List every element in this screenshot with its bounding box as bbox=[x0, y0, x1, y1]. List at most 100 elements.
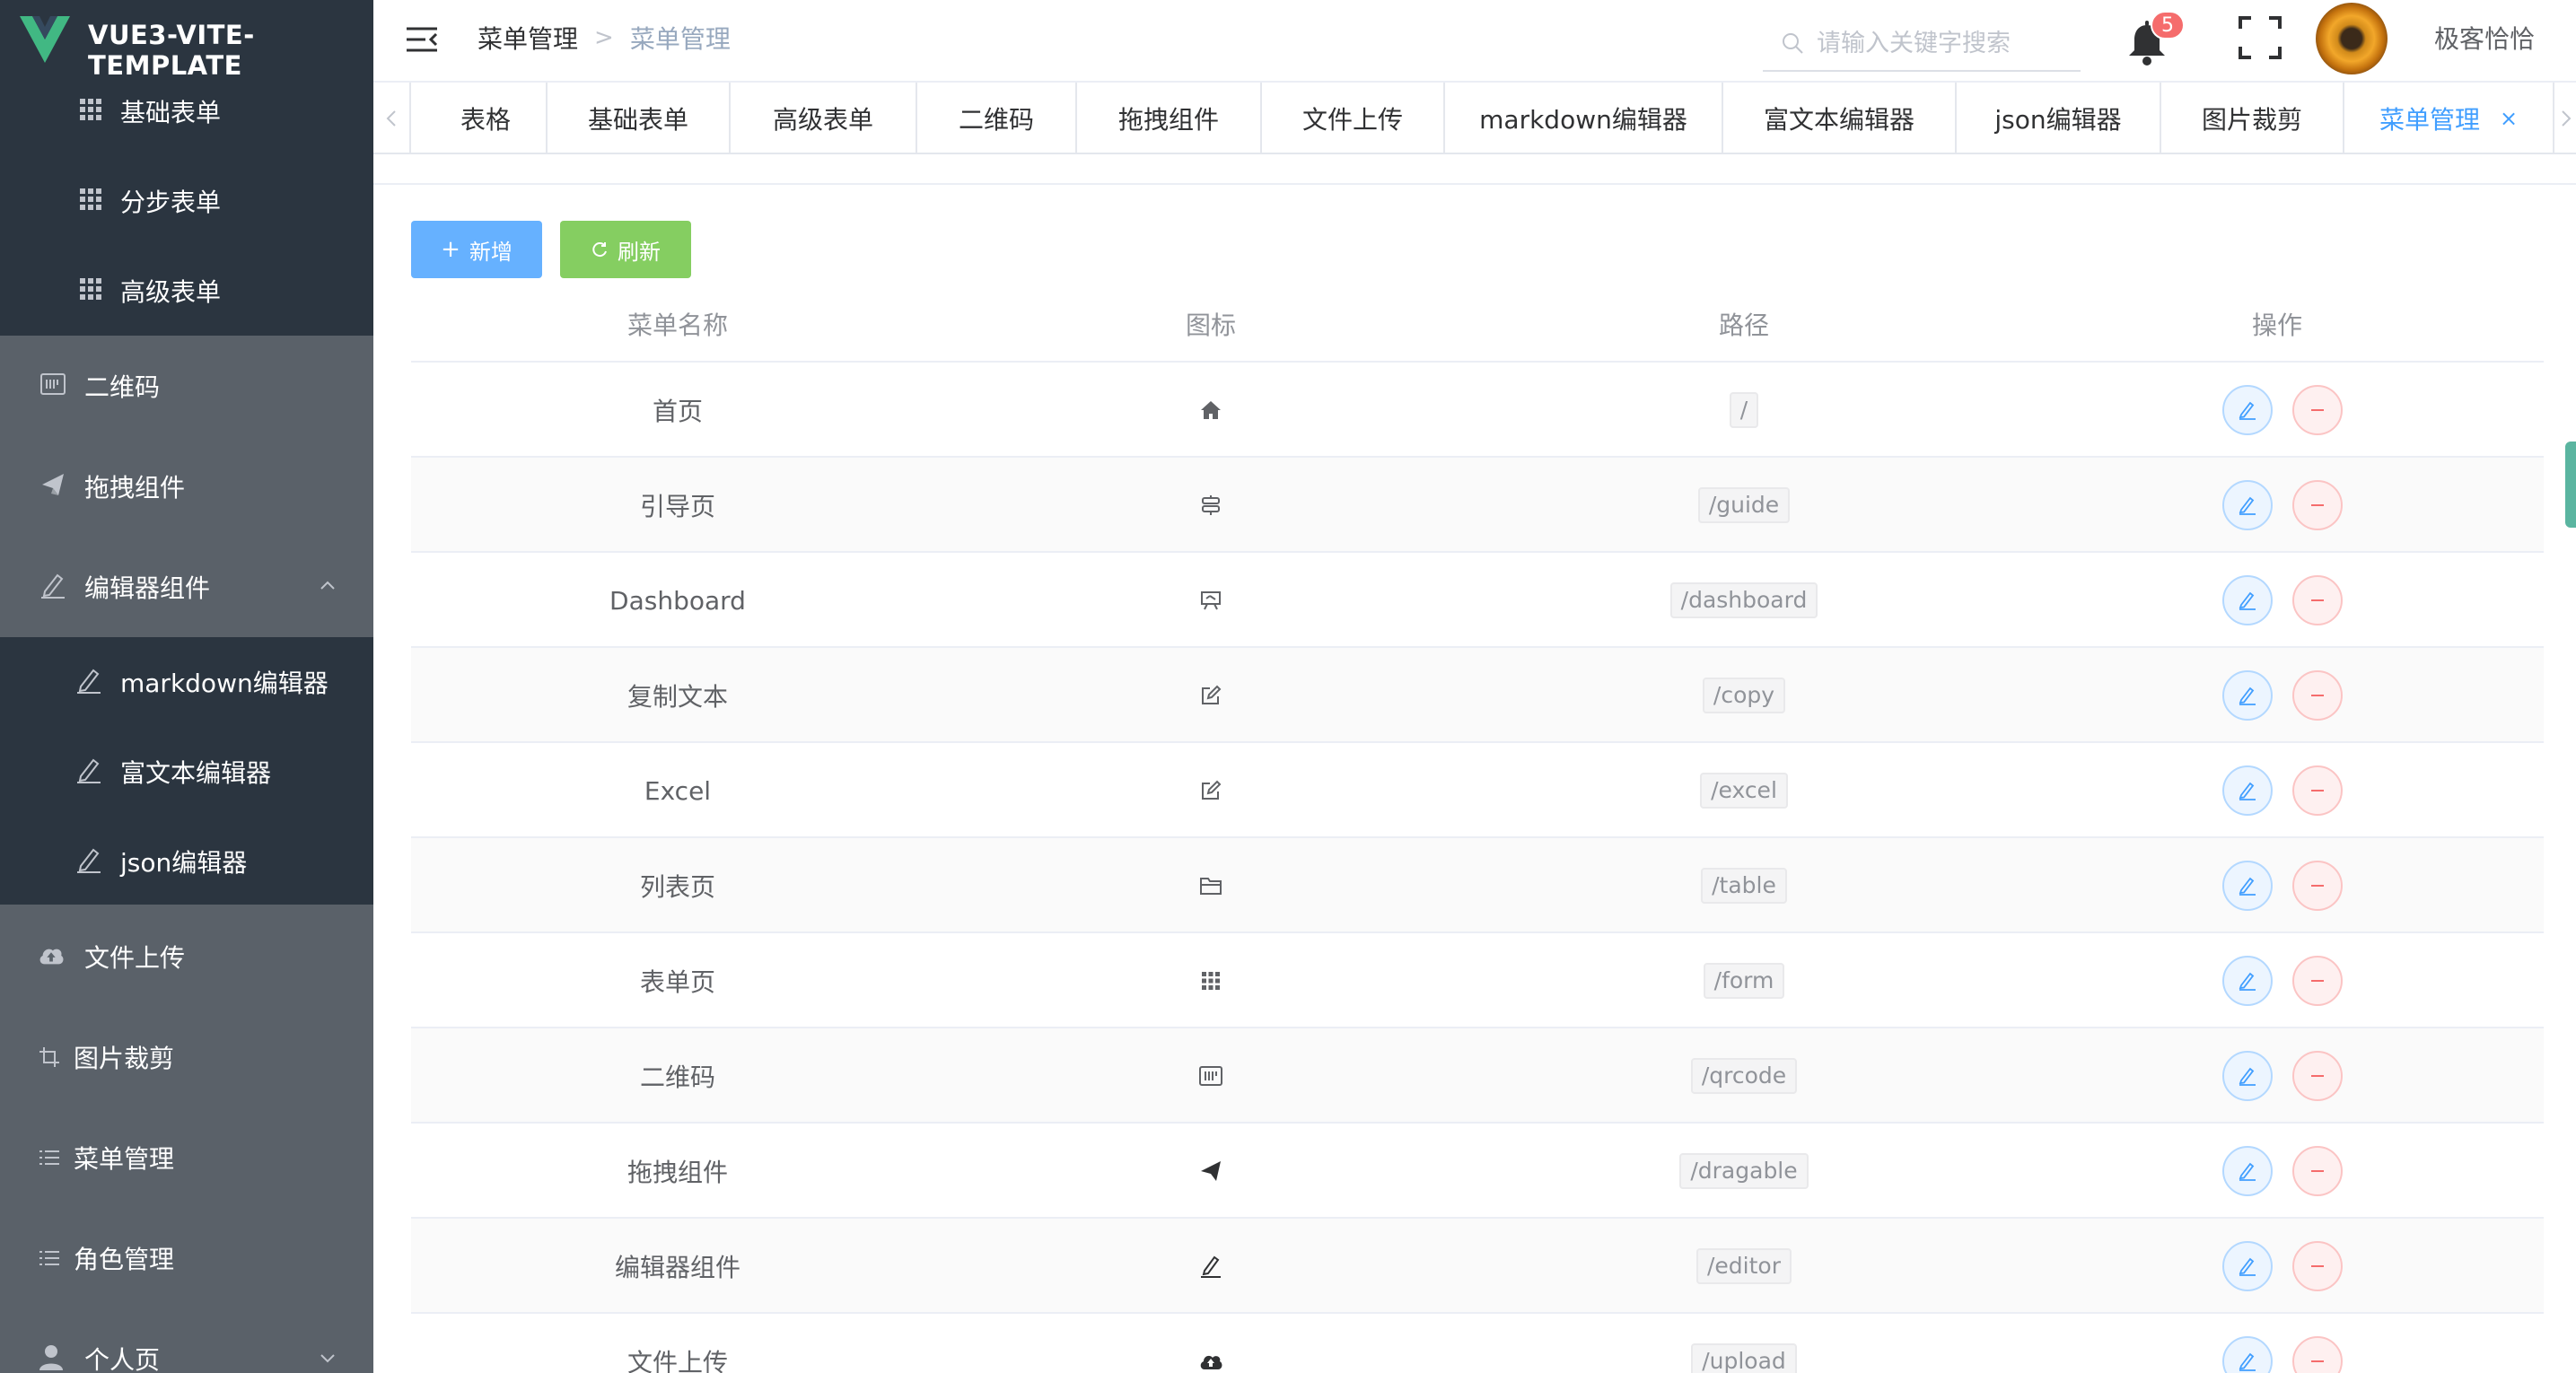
sidebar-item-draggable[interactable]: 拖拽组件 bbox=[0, 458, 373, 512]
edit-button[interactable] bbox=[2222, 861, 2273, 911]
search-input[interactable] bbox=[1817, 29, 2077, 57]
path-tag: /copy bbox=[1702, 678, 1786, 713]
tab-label: 文件上传 bbox=[1301, 105, 1403, 135]
tab-qrcode[interactable]: 二维码 bbox=[916, 83, 1075, 154]
sidebar-item-qrcode[interactable]: 二维码 bbox=[0, 357, 373, 411]
close-icon[interactable]: × bbox=[2500, 106, 2518, 131]
side-scroll-handle[interactable] bbox=[2565, 442, 2576, 528]
delete-button[interactable] bbox=[2292, 575, 2343, 625]
table-row: Excel/excel bbox=[411, 743, 2544, 838]
sidebar-item-profile[interactable]: 个人页 bbox=[0, 1330, 373, 1373]
sidebar-item-label: 图片裁剪 bbox=[74, 1044, 175, 1073]
edit-button[interactable] bbox=[2222, 1241, 2273, 1291]
edit-button[interactable] bbox=[2222, 480, 2273, 530]
menu-path-cell: /table bbox=[1477, 838, 2011, 933]
tab-advanced-form[interactable]: 高级表单 bbox=[729, 83, 916, 154]
delete-button[interactable] bbox=[2292, 956, 2343, 1006]
content-divider bbox=[373, 183, 2576, 185]
fullscreen-icon[interactable] bbox=[2237, 14, 2283, 61]
delete-button[interactable] bbox=[2292, 670, 2343, 721]
sidebar: VUE3-VITE-TEMPLATE 基础表单 分步表单 高级表单 二维码 拖拽… bbox=[0, 0, 373, 1373]
qrcode-icon bbox=[1199, 1066, 1222, 1086]
delete-button[interactable] bbox=[2292, 1336, 2343, 1373]
minus-icon bbox=[2311, 504, 2324, 506]
menu-icon-cell bbox=[944, 648, 1477, 743]
breadcrumb: 菜单管理 > 菜单管理 bbox=[478, 20, 731, 56]
sidebar-item-markdown-editor[interactable]: markdown编辑器 bbox=[0, 653, 373, 707]
qrcode-icon bbox=[39, 371, 66, 398]
menu-name-cell: 引导页 bbox=[639, 492, 715, 521]
edit-icon bbox=[2239, 1352, 2256, 1371]
add-button[interactable]: + 新增 bbox=[411, 221, 542, 278]
menu-icon-cell bbox=[944, 363, 1477, 458]
tab-richtext-editor[interactable]: 富文本编辑器 bbox=[1722, 83, 1955, 154]
pen-icon bbox=[75, 667, 102, 694]
delete-button[interactable] bbox=[2292, 1146, 2343, 1196]
edit-button[interactable] bbox=[2222, 575, 2273, 625]
menu-actions-cell bbox=[2011, 363, 2544, 458]
sidebar-item-step-form[interactable]: 分步表单 bbox=[0, 172, 373, 226]
sidebar-item-advanced-form[interactable]: 高级表单 bbox=[0, 262, 373, 316]
minus-icon bbox=[2311, 980, 2324, 982]
menu-fold-icon[interactable] bbox=[404, 22, 440, 57]
sidebar-item-json-editor[interactable]: json编辑器 bbox=[0, 833, 373, 887]
edit-button[interactable] bbox=[2222, 385, 2273, 435]
username[interactable]: 极客恰恰 bbox=[2434, 20, 2535, 56]
delete-button[interactable] bbox=[2292, 861, 2343, 911]
grid-icon bbox=[77, 186, 104, 213]
delete-button[interactable] bbox=[2292, 385, 2343, 435]
sidebar-item-label: 菜单管理 bbox=[74, 1144, 175, 1174]
menu-icon-cell bbox=[944, 1124, 1477, 1219]
delete-button[interactable] bbox=[2292, 1241, 2343, 1291]
sidebar-item-role-management[interactable]: 角色管理 bbox=[0, 1229, 373, 1283]
table-row: 二维码/qrcode bbox=[411, 1028, 2544, 1124]
tab-draggable[interactable]: 拖拽组件 bbox=[1075, 83, 1260, 154]
sidebar-item-editor[interactable]: 编辑器组件 bbox=[0, 558, 373, 612]
menu-name-cell: 文件上传 bbox=[626, 1348, 728, 1373]
edit-button[interactable] bbox=[2222, 765, 2273, 816]
edit-icon bbox=[2239, 401, 2256, 420]
delete-button[interactable] bbox=[2292, 765, 2343, 816]
refresh-button[interactable]: 刷新 bbox=[560, 221, 691, 278]
tab-label: 菜单管理 bbox=[2379, 105, 2480, 135]
breadcrumb-item[interactable]: 菜单管理 bbox=[478, 20, 578, 56]
tab-menu-management[interactable]: 菜单管理 × bbox=[2343, 83, 2554, 154]
edit-square-icon bbox=[1200, 780, 1222, 801]
tabs-scroll-right[interactable] bbox=[2556, 83, 2576, 154]
menu-path-cell: /editor bbox=[1477, 1219, 2011, 1314]
sidebar-item-richtext-editor[interactable]: 富文本编辑器 bbox=[0, 743, 373, 797]
menu-name-cell: 复制文本 bbox=[626, 682, 728, 712]
tab-table[interactable]: 表格 bbox=[409, 83, 560, 154]
tab-basic-form[interactable]: 基础表单 bbox=[546, 83, 729, 154]
column-header: 图标 bbox=[1185, 310, 1236, 340]
tab-markdown-editor[interactable]: markdown编辑器 bbox=[1443, 83, 1722, 154]
edit-button[interactable] bbox=[2222, 956, 2273, 1006]
tab-file-upload[interactable]: 文件上传 bbox=[1260, 83, 1443, 154]
tab-json-editor[interactable]: json编辑器 bbox=[1955, 83, 2160, 154]
tabs-scroll-left[interactable] bbox=[373, 83, 409, 154]
edit-button[interactable] bbox=[2222, 1146, 2273, 1196]
menu-name-cell: 列表页 bbox=[639, 872, 715, 902]
logo-bar: VUE3-VITE-TEMPLATE bbox=[0, 0, 373, 83]
minus-icon bbox=[2311, 790, 2324, 791]
menu-name-cell: Dashboard bbox=[609, 585, 746, 616]
menu-actions-cell bbox=[2011, 933, 2544, 1028]
menu-name-cell: 表单页 bbox=[639, 967, 715, 997]
breadcrumb-separator: > bbox=[594, 24, 614, 51]
tab-image-crop[interactable]: 图片裁剪 bbox=[2160, 83, 2343, 154]
sidebar-item-image-crop[interactable]: 图片裁剪 bbox=[0, 1028, 373, 1082]
path-tag: /qrcode bbox=[1690, 1058, 1798, 1094]
guide-icon bbox=[1200, 494, 1222, 516]
add-button-label: 新增 bbox=[469, 239, 513, 265]
sidebar-item-menu-management[interactable]: 菜单管理 bbox=[0, 1129, 373, 1183]
edit-button[interactable] bbox=[2222, 1336, 2273, 1373]
sidebar-item-basic-form[interactable]: 基础表单 bbox=[0, 83, 373, 136]
edit-button[interactable] bbox=[2222, 1051, 2273, 1101]
avatar[interactable] bbox=[2316, 3, 2388, 74]
edit-button[interactable] bbox=[2222, 670, 2273, 721]
sidebar-item-file-upload[interactable]: 文件上传 bbox=[0, 928, 373, 982]
delete-button[interactable] bbox=[2292, 480, 2343, 530]
user-icon bbox=[38, 1343, 65, 1370]
delete-button[interactable] bbox=[2292, 1051, 2343, 1101]
minus-icon bbox=[2311, 409, 2324, 411]
